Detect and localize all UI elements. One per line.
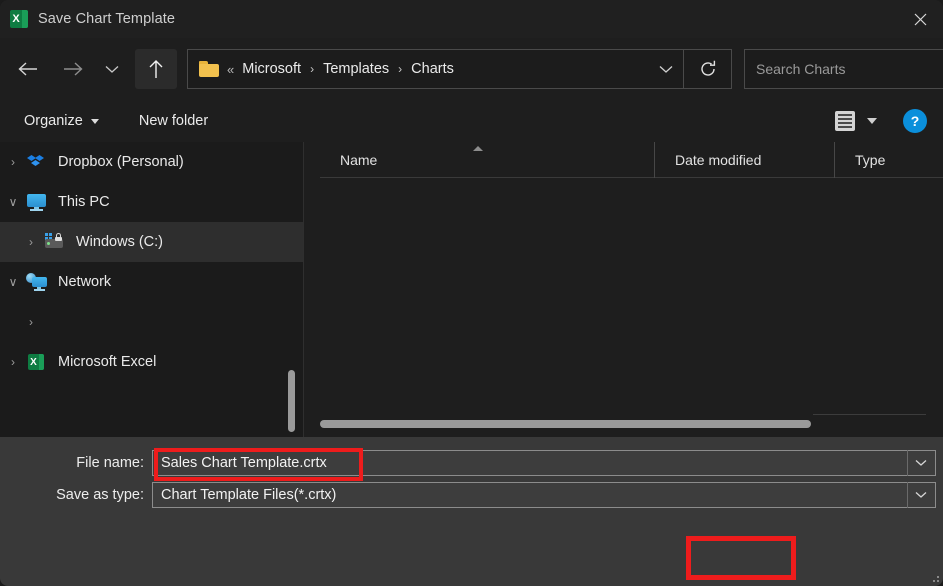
breadcrumb-separator-icon: › <box>310 62 315 76</box>
breadcrumb-separator-icon: › <box>398 62 403 76</box>
file-name-label: File name: <box>76 455 144 471</box>
refresh-icon[interactable] <box>684 49 732 89</box>
this-pc-icon <box>26 192 48 212</box>
save-as-type-row: Save as type: Chart Template Files(*.crt… <box>0 482 936 508</box>
folder-icon <box>199 61 219 77</box>
breadcrumb-overflow-icon[interactable]: « <box>227 62 234 77</box>
browser-body: › Dropbox (Personal) ∨ This PC › Windows… <box>0 141 943 437</box>
sidebar-item-dropbox[interactable]: › Dropbox (Personal) <box>0 142 303 182</box>
excel-icon: X <box>26 352 48 372</box>
search-input[interactable] <box>745 61 943 77</box>
sidebar-item-this-pc[interactable]: ∨ This PC <box>0 182 303 222</box>
column-label: Name <box>340 151 378 168</box>
scroll-divider <box>813 414 926 415</box>
column-label: Date modified <box>675 151 762 168</box>
expander-icon[interactable]: › <box>0 155 26 169</box>
excel-icon: X <box>10 10 28 28</box>
chevron-down-icon[interactable] <box>907 483 935 507</box>
expander-icon[interactable]: ∨ <box>0 275 26 289</box>
drive-icon <box>44 232 66 252</box>
address-bar[interactable]: « Microsoft › Templates › Charts <box>187 49 684 89</box>
view-options-chevron-down-icon[interactable] <box>867 118 877 124</box>
expander-icon[interactable]: › <box>18 235 44 249</box>
search-box[interactable] <box>744 49 943 89</box>
new-folder-button[interactable]: New folder <box>133 106 214 136</box>
command-bar-right: ? <box>835 109 927 133</box>
address-dropdown-icon[interactable] <box>649 50 683 88</box>
save-as-type-label: Save as type: <box>56 487 144 503</box>
sidebar-scrollbar[interactable] <box>288 370 295 432</box>
help-button[interactable]: ? <box>903 109 927 133</box>
breadcrumb-item-2[interactable]: Charts <box>411 61 454 77</box>
command-bar: Organize New folder ? <box>0 100 943 142</box>
back-icon[interactable] <box>9 50 47 88</box>
file-name-row: File name: Sales Chart Template.crtx <box>0 450 936 476</box>
sidebar-item-label: Network <box>58 274 112 290</box>
organize-label: Organize <box>24 113 83 129</box>
navigation-pane: › Dropbox (Personal) ∨ This PC › Windows… <box>0 142 303 437</box>
recent-locations-icon[interactable] <box>99 50 125 88</box>
text-cursor <box>157 455 158 472</box>
horizontal-scrollbar-thumb[interactable] <box>320 420 811 428</box>
save-as-type-combo[interactable]: Chart Template Files(*.crtx) <box>152 482 936 508</box>
window-title: Save Chart Template <box>38 11 176 27</box>
column-label: Type <box>855 151 886 168</box>
chevron-down-icon[interactable] <box>907 451 935 475</box>
close-icon[interactable] <box>897 0 943 38</box>
forward-icon[interactable] <box>54 50 92 88</box>
sidebar-item-unnamed[interactable]: › <box>0 302 303 342</box>
chevron-down-icon <box>90 118 99 124</box>
sidebar-item-label: This PC <box>58 194 110 210</box>
resize-grip[interactable] <box>929 572 939 582</box>
column-header-date-modified[interactable]: Date modified <box>654 141 834 178</box>
breadcrumb-item-0[interactable]: Microsoft <box>242 61 301 77</box>
blank-icon <box>44 312 66 332</box>
title-bar: X Save Chart Template <box>0 0 943 38</box>
sidebar-item-label: Microsoft Excel <box>58 354 157 370</box>
sidebar-item-microsoft-excel[interactable]: › X Microsoft Excel <box>0 342 303 382</box>
network-icon <box>26 272 48 292</box>
view-list-icon[interactable] <box>835 111 855 131</box>
sidebar-item-windows-c[interactable]: › Windows (C:) <box>0 222 303 262</box>
dropbox-icon <box>26 152 48 172</box>
organize-button[interactable]: Organize <box>18 106 105 136</box>
file-name-input[interactable]: Sales Chart Template.crtx <box>153 455 327 471</box>
new-folder-label: New folder <box>138 113 209 129</box>
save-chart-template-dialog: X Save Chart Template « Microsoft › Temp… <box>0 0 943 586</box>
sidebar-item-network[interactable]: ∨ Network <box>0 262 303 302</box>
column-header-type[interactable]: Type <box>834 141 943 178</box>
column-header-name[interactable]: Name <box>320 142 654 178</box>
file-list-header: Name Date modified Type <box>320 141 943 178</box>
file-name-combo[interactable]: Sales Chart Template.crtx <box>152 450 936 476</box>
sidebar-item-label: Windows (C:) <box>76 234 164 250</box>
save-form-panel: File name: Sales Chart Template.crtx Sav… <box>0 437 943 586</box>
sort-ascending-icon <box>473 145 483 151</box>
expander-icon[interactable]: › <box>18 315 44 329</box>
expander-icon[interactable]: › <box>0 355 26 369</box>
up-icon[interactable] <box>135 49 177 89</box>
breadcrumb-item-1[interactable]: Templates <box>323 61 389 77</box>
sidebar-item-label: Dropbox (Personal) <box>58 154 184 170</box>
navigation-bar: « Microsoft › Templates › Charts <box>0 38 943 100</box>
save-as-type-value: Chart Template Files(*.crtx) <box>161 487 337 503</box>
file-list-pane[interactable]: Name Date modified Type <box>304 141 943 437</box>
expander-icon[interactable]: ∨ <box>0 195 26 209</box>
